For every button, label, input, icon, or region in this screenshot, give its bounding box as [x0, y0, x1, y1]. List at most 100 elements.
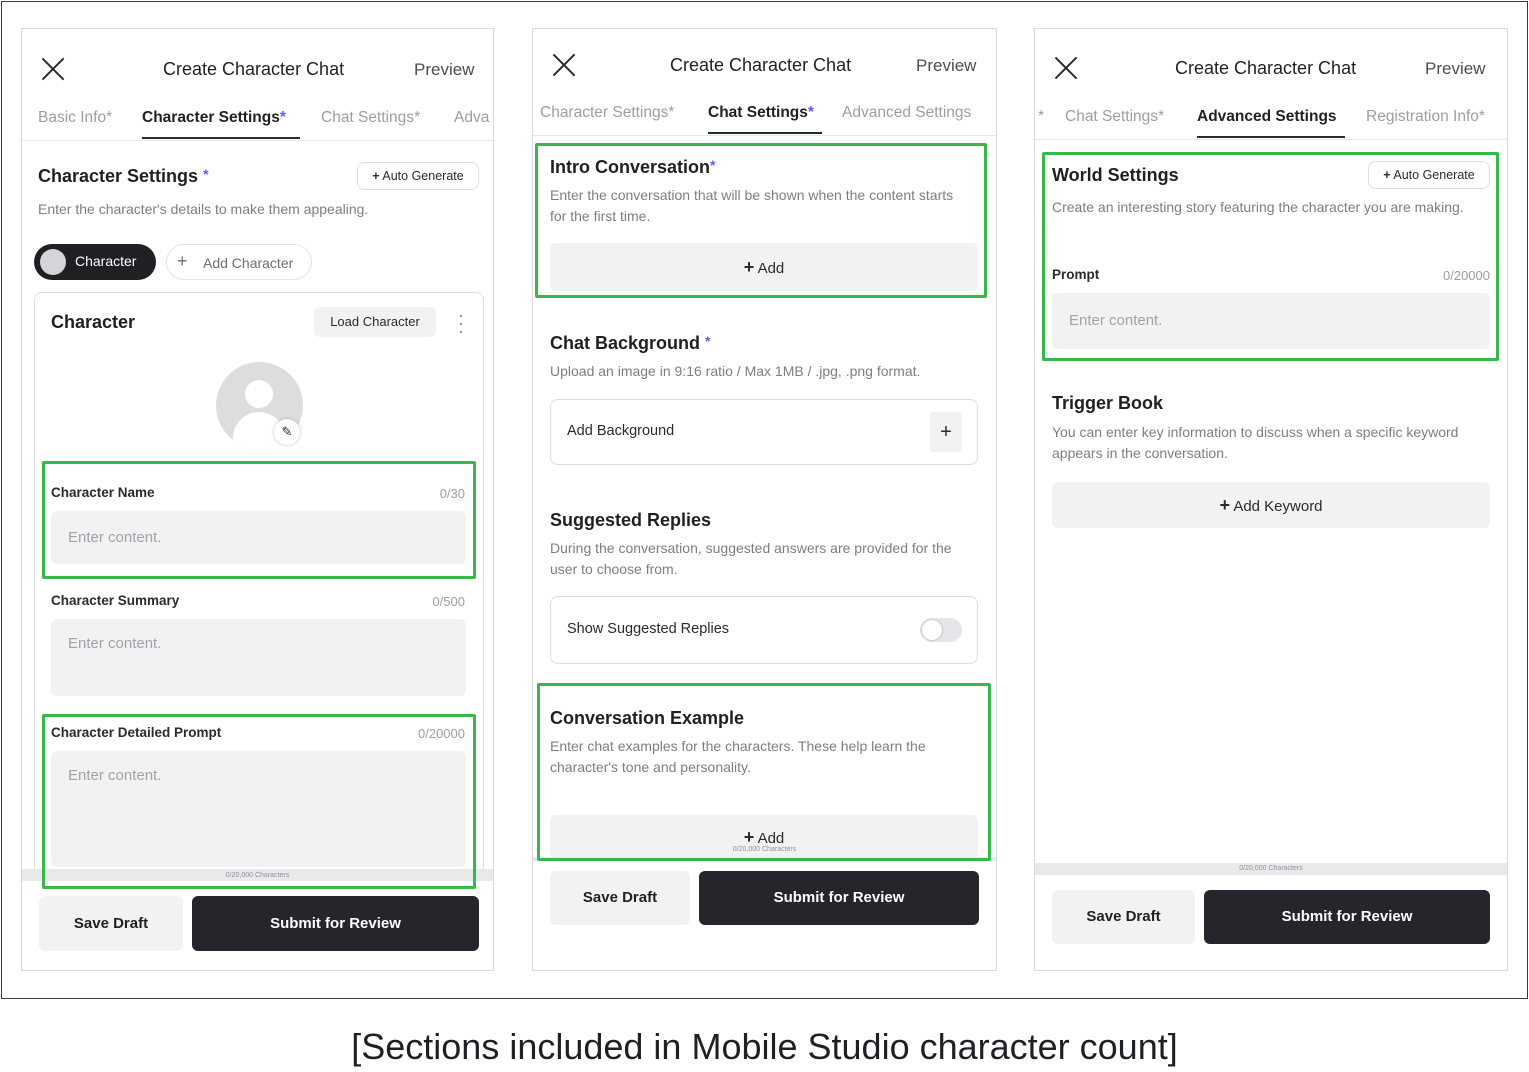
section-description: Create an interesting story featuring th… [1052, 199, 1464, 215]
character-name-input[interactable]: Enter content. [51, 511, 466, 564]
section-description: You can enter key information to discuss… [1052, 424, 1459, 461]
plus-icon: + [1219, 495, 1230, 515]
plus-icon[interactable]: + [930, 412, 962, 452]
close-icon[interactable] [40, 56, 66, 82]
section-description: During the conversation, suggested answe… [550, 540, 952, 577]
page-title: Create Character Chat [670, 55, 852, 75]
add-character-button[interactable]: + Add Character [166, 244, 312, 280]
required-mark: * [1158, 108, 1165, 125]
close-icon[interactable] [1053, 55, 1079, 81]
section-title: Conversation Example [550, 708, 745, 728]
tab-label: Character Settings [142, 109, 280, 126]
section-title: Chat Background * [550, 333, 710, 354]
auto-generate-button[interactable]: + Auto Generate [1368, 161, 1490, 189]
add-keyword-button[interactable]: + Add Keyword [1052, 482, 1490, 528]
button-label: Add Character [203, 255, 294, 271]
tab-basic-info[interactable]: Basic Info* [38, 109, 112, 127]
tab-character-settings[interactable]: Character Settings* [142, 109, 286, 127]
character-summary-input[interactable]: Enter content. [51, 619, 466, 696]
tab-divider [1035, 139, 1507, 140]
tab-registration-info[interactable]: Registration Info* [1366, 108, 1485, 126]
button-label: Add Keyword [1233, 498, 1323, 515]
plus-icon: + [743, 257, 755, 277]
total-char-count: 0/20,000 Characters [225, 872, 290, 879]
tab-label: Chat Settings [1065, 108, 1159, 125]
plus-icon: + [743, 827, 755, 847]
field-label: Character Summary [51, 593, 180, 608]
tab-divider [22, 140, 493, 141]
tab-chat-settings[interactable]: Chat Settings* [1065, 108, 1164, 126]
button-label: Add [757, 830, 785, 847]
tab-label: Character Settings [540, 104, 669, 121]
active-tab-indicator [142, 137, 300, 139]
screen-character-settings: Create Character Chat Preview Basic Info… [21, 28, 494, 971]
button-label: Auto Generate [1393, 168, 1475, 182]
add-intro-button[interactable]: + Add [550, 243, 978, 291]
preview-button[interactable]: Preview [414, 60, 474, 80]
tab-advanced-settings[interactable]: Advanced Settings [1197, 108, 1337, 126]
required-mark: * [1038, 108, 1045, 125]
active-tab-indicator [708, 132, 822, 134]
required-mark: * [1478, 108, 1485, 125]
section-description: Enter the conversation that will be show… [550, 187, 954, 224]
section-description: Enter chat examples for the characters. … [550, 738, 926, 775]
character-chip[interactable]: Character [34, 244, 156, 280]
section-title: Trigger Book [1052, 393, 1164, 413]
field-label: Character Name [51, 485, 155, 500]
char-count: 0/20000 [418, 726, 465, 741]
load-character-button[interactable]: Load Character [314, 307, 436, 337]
screen-advanced-settings: Create Character Chat Preview * Chat Set… [1034, 28, 1508, 971]
close-icon[interactable] [551, 52, 577, 78]
submit-review-button[interactable]: Submit for Review [192, 896, 479, 951]
required-mark: * [106, 109, 113, 126]
tab-label: Chat Settings [708, 104, 808, 121]
tab-advanced[interactable]: Adva [454, 109, 489, 127]
person-icon [245, 380, 273, 408]
required-mark: * [710, 157, 716, 173]
tab-chat-settings[interactable]: Chat Settings* [321, 109, 420, 127]
save-draft-button[interactable]: Save Draft [1052, 890, 1195, 944]
character-prompt-input[interactable]: Enter content. [51, 751, 466, 867]
screen-chat-settings: Create Character Chat Preview Character … [532, 28, 997, 971]
char-count: 0/20000 [1443, 268, 1490, 283]
tab-previous[interactable]: * [1038, 108, 1044, 126]
suggested-replies-toggle[interactable] [920, 618, 962, 642]
submit-review-button[interactable]: Submit for Review [1204, 890, 1490, 944]
required-mark: * [203, 166, 209, 182]
section-description: Upload an image in 9:16 ratio / Max 1MB … [550, 363, 921, 379]
section-title-text: Character Settings [38, 166, 199, 186]
section-title: Suggested Replies [550, 510, 712, 530]
preview-button[interactable]: Preview [1425, 59, 1485, 79]
section-description: Enter the character's details to make th… [38, 201, 369, 217]
field-label: Add Background [567, 423, 675, 439]
world-prompt-input[interactable]: Enter content. [1052, 293, 1490, 349]
required-mark: * [279, 109, 286, 126]
tab-label: Chat Settings [321, 109, 415, 126]
tab-label: Advanced Settings [842, 104, 972, 121]
save-draft-button[interactable]: Save Draft [39, 896, 183, 951]
tab-label: Adva [454, 109, 490, 126]
pencil-icon[interactable]: ✎ [274, 419, 300, 445]
save-draft-button[interactable]: Save Draft [550, 871, 690, 925]
plus-icon: + [177, 251, 188, 271]
active-tab-indicator [1197, 136, 1345, 138]
auto-generate-button[interactable]: + Auto Generate [357, 162, 479, 190]
plus-icon: + [372, 169, 380, 183]
field-label: Character Detailed Prompt [51, 725, 222, 740]
char-count: 0/30 [439, 486, 465, 501]
total-char-count: 0/20,000 Characters [732, 846, 797, 853]
tab-character-settings[interactable]: Character Settings* [540, 104, 674, 122]
tab-chat-settings[interactable]: Chat Settings* [708, 104, 814, 122]
button-label: Add [757, 260, 785, 277]
section-title: Intro Conversation* [550, 157, 715, 178]
more-options-icon[interactable]: · · · [458, 306, 464, 340]
figure-caption: [Sections included in Mobile Studio char… [351, 1026, 1178, 1067]
total-char-count: 0/20,000 Characters [1239, 865, 1303, 872]
character-count-bar [533, 857, 996, 861]
tab-label: Basic Info [38, 109, 107, 126]
required-mark: * [705, 333, 711, 349]
submit-review-button[interactable]: Submit for Review [699, 871, 979, 925]
tab-advanced-settings[interactable]: Advanced Settings [842, 104, 971, 122]
preview-button[interactable]: Preview [916, 56, 976, 76]
button-label: Auto Generate [382, 169, 464, 183]
